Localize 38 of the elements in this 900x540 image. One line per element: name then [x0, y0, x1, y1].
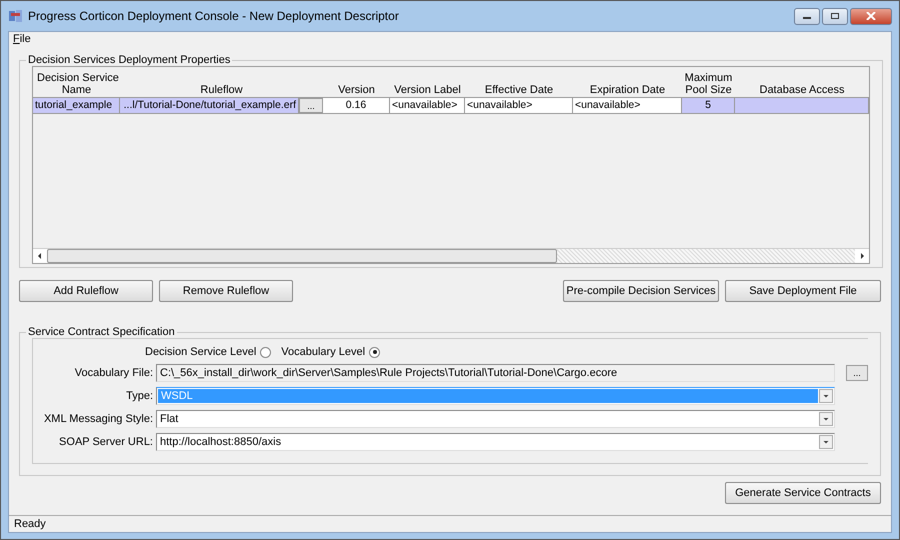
column-header: Maximum: [684, 72, 734, 84]
field-label: SOAP Server URL:: [58, 436, 153, 448]
column-header: Version: [338, 84, 375, 96]
column-header: Pool Size: [685, 84, 732, 96]
dropdown-field[interactable]: http://localhost:8850/axis: [156, 432, 835, 450]
field-label: XML Messaging Style:: [42, 412, 153, 424]
window-title: Progress Corticon Deployment Console - New Deployment Descriptor: [28, 9, 399, 23]
action-button[interactable]: Pre-compile Decision Services: [563, 280, 719, 302]
file-field[interactable]: C:\_56x_install_dir\work_dir\Server\Samples\Rule Projects\Tutorial\Tutorial-Done\Cargo.ecore: [156, 364, 835, 382]
table-cell[interactable]: 5: [682, 98, 735, 113]
field-label: Vocabulary File:: [74, 366, 153, 378]
column-header: Decision Service: [36, 72, 120, 84]
browse-button[interactable]: ...: [846, 364, 868, 380]
group-title: Service Contract Specification: [27, 326, 176, 338]
table-cell[interactable]: tutorial_example: [33, 98, 120, 113]
column-header: Name: [62, 84, 92, 96]
table-cell[interactable]: 0.16: [323, 98, 390, 113]
menu-item[interactable]: File: [13, 33, 31, 45]
column-header: Effective Date: [484, 84, 554, 96]
radio-label: Vocabulary Level: [281, 346, 366, 358]
column-header: Database Access: [760, 84, 844, 96]
field-label: Type:: [125, 390, 153, 402]
generate-button[interactable]: Generate Service Contracts: [725, 482, 881, 504]
browse-button[interactable]: ...: [299, 98, 323, 113]
ruleflow-button[interactable]: Add Ruleflow: [19, 280, 153, 302]
column-header: Expiration Date: [590, 84, 666, 96]
table-cell[interactable]: <unavailable>: [390, 98, 465, 113]
status-text: Ready: [14, 518, 46, 530]
column-header: Ruleflow: [200, 84, 243, 96]
radio-label: Decision Service Level: [145, 346, 256, 358]
action-button[interactable]: Save Deployment File: [725, 280, 881, 302]
group-title: Decision Services Deployment Properties: [27, 54, 232, 66]
table-cell[interactable]: <unavailable>: [573, 98, 682, 113]
table-cell[interactable]: <unavailable>: [465, 98, 573, 113]
column-header: Version Label: [394, 84, 461, 96]
table-cell[interactable]: ...l/Tutorial-Done/tutorial_example.erf: [120, 98, 299, 113]
ruleflow-button[interactable]: Remove Ruleflow: [159, 280, 293, 302]
dropdown-field[interactable]: Flat: [156, 410, 835, 428]
